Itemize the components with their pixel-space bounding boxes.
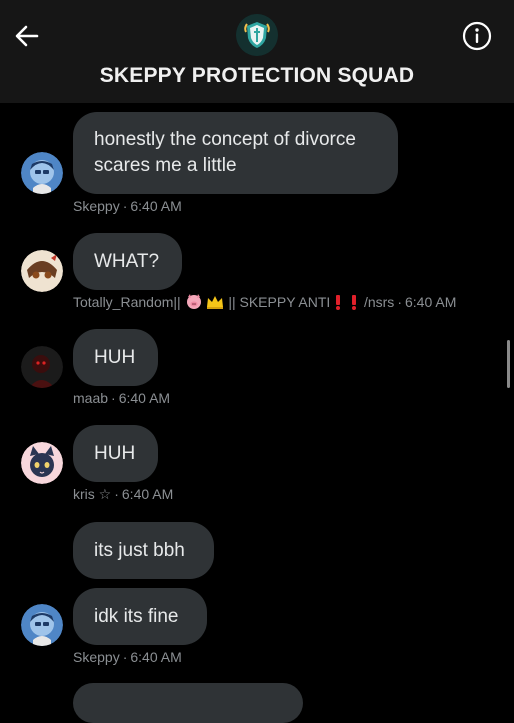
shield-logo-icon [236, 14, 278, 56]
avatar-totally-random-image [21, 250, 63, 292]
message-time: 6:40 AM [118, 390, 171, 406]
message-text: HUH [94, 443, 136, 464]
crown-icon [207, 296, 224, 309]
avatar-skeppy[interactable] [21, 152, 63, 194]
message-text: scares me a little [94, 155, 237, 176]
message-bubble-5[interactable]: its just bbh [73, 522, 214, 579]
avatar-kris-image [21, 442, 63, 484]
message-bubble-3[interactable]: HUH [73, 329, 158, 386]
message-bubble-1[interactable]: honestly the concept of divorce scares m… [73, 112, 398, 194]
message-text: its just bbh [94, 540, 185, 561]
message-time: 6:40 AM [130, 198, 182, 214]
sender-name[interactable]: maab [73, 390, 108, 406]
avatar-skeppy-image [21, 152, 63, 194]
group-avatar[interactable] [236, 14, 278, 56]
message-meta: Skeppy · 6:40 AM [73, 649, 182, 665]
info-circle-icon [462, 21, 492, 51]
message-meta: Totally_Random|| || SKEPPY ANTI /nsrs · 6:… [73, 294, 457, 310]
group-title: SKEPPY PROTECTION SQUAD [99, 64, 415, 87]
sender-name[interactable]: kris ☆ [73, 486, 111, 502]
message-meta: maab · 6:40 AM [73, 390, 171, 406]
avatar-maab[interactable] [21, 346, 63, 388]
message-time: 6:40 AM [121, 486, 174, 502]
message-text: HUH [94, 347, 136, 368]
message-bubble-partial[interactable] [73, 683, 303, 723]
info-button[interactable] [462, 21, 492, 51]
message-time: 6:40 AM [404, 294, 457, 310]
avatar-maab-image [21, 346, 63, 388]
message-text: honestly the concept of divorce [94, 129, 356, 150]
message-meta: kris ☆ · 6:40 AM [73, 486, 174, 502]
chat-header: SKEPPY PROTECTION SQUAD [0, 0, 514, 103]
message-bubble-4[interactable]: HUH [73, 425, 158, 482]
sender-name[interactable]: Skeppy [73, 198, 120, 214]
message-bubble-6[interactable]: idk its fine [73, 588, 207, 645]
sender-name[interactable]: Skeppy [73, 649, 120, 665]
arrow-left-icon [15, 25, 39, 47]
red-exclamation-icon [352, 295, 357, 310]
red-exclamation-icon [336, 295, 341, 310]
avatar-skeppy[interactable] [21, 604, 63, 646]
pig-face-icon [186, 294, 201, 309]
avatar-kris[interactable] [21, 442, 63, 484]
message-meta: Skeppy · 6:40 AM [73, 198, 182, 214]
sender-name[interactable]: Totally_Random|| || SKEPPY ANTI /nsrs [73, 294, 394, 310]
scrollbar[interactable] [507, 340, 510, 388]
message-text: WHAT? [94, 251, 160, 272]
back-button[interactable] [13, 22, 41, 50]
avatar-totally-random[interactable] [21, 250, 63, 292]
message-time: 6:40 AM [130, 649, 182, 665]
message-bubble-2[interactable]: WHAT? [73, 233, 182, 290]
message-text: idk its fine [94, 606, 179, 627]
avatar-skeppy-image [21, 604, 63, 646]
